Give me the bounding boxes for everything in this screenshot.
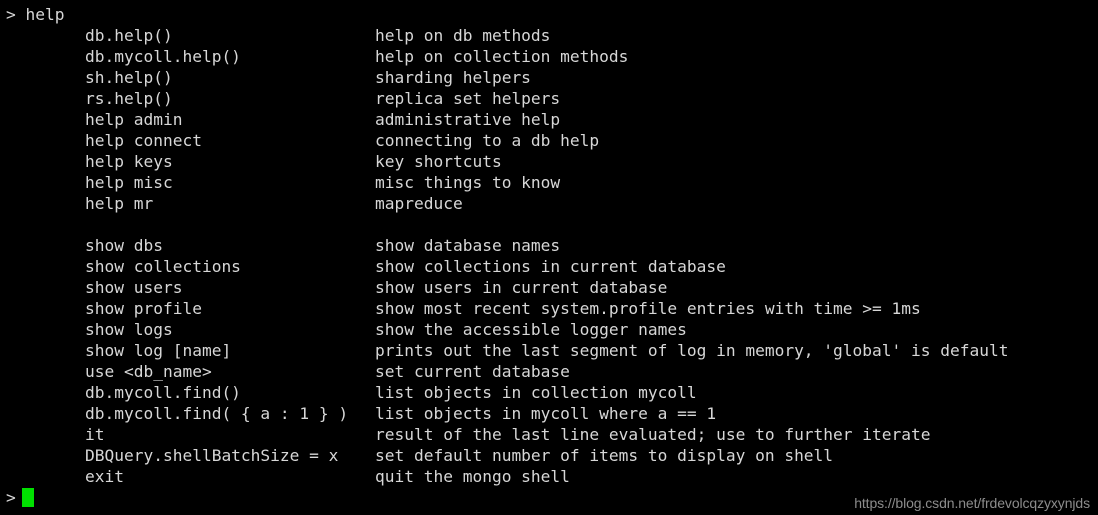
help-description: sharding helpers xyxy=(375,68,531,87)
help-command: db.mycoll.find() xyxy=(85,383,241,402)
text-cursor xyxy=(21,488,34,507)
help-description: show most recent system.profile entries … xyxy=(375,299,921,318)
help-command: sh.help() xyxy=(85,68,173,87)
help-description: help on collection methods xyxy=(375,47,629,66)
help-row: help misc misc things to know xyxy=(0,172,1098,193)
help-row: show collections show collections in cur… xyxy=(0,256,1098,277)
help-row: rs.help() replica set helpers xyxy=(0,88,1098,109)
help-command: show collections xyxy=(85,257,241,276)
help-command: help misc xyxy=(85,173,173,192)
help-row: help admin administrative help xyxy=(0,109,1098,130)
help-command: rs.help() xyxy=(85,89,173,108)
input-spacer xyxy=(16,5,26,24)
help-row: show log [name] prints out the last segm… xyxy=(0,340,1098,361)
help-row: help mr mapreduce xyxy=(0,193,1098,214)
help-row: show users show users in current databas… xyxy=(0,277,1098,298)
help-command: it xyxy=(85,425,105,444)
typed-command: help xyxy=(25,5,65,24)
help-command: help connect xyxy=(85,131,202,150)
help-description: replica set helpers xyxy=(375,89,561,108)
help-command: show dbs xyxy=(85,236,163,255)
prompt-symbol: > xyxy=(6,5,16,24)
help-row: show dbs show database names xyxy=(0,235,1098,256)
help-description: set default number of items to display o… xyxy=(375,446,834,465)
help-command: show users xyxy=(85,278,183,297)
help-row: help connect connecting to a db help xyxy=(0,130,1098,151)
help-row: show logs show the accessible logger nam… xyxy=(0,319,1098,340)
help-row: db.mycoll.help() help on collection meth… xyxy=(0,46,1098,67)
help-row: help keys key shortcuts xyxy=(0,151,1098,172)
help-command: use <db_name> xyxy=(85,362,212,381)
help-row: use <db_name> set current database xyxy=(0,361,1098,382)
help-description: help on db methods xyxy=(375,26,551,45)
help-description: result of the last line evaluated; use t… xyxy=(375,425,931,444)
help-row: db.mycoll.find() list objects in collect… xyxy=(0,382,1098,403)
help-row: DBQuery.shellBatchSize = x set default n… xyxy=(0,445,1098,466)
help-row: sh.help() sharding helpers xyxy=(0,67,1098,88)
help-row: it result of the last line evaluated; us… xyxy=(0,424,1098,445)
help-command: db.help() xyxy=(85,26,173,45)
help-row: db.help() help on db methods xyxy=(0,25,1098,46)
blank-separator-line xyxy=(0,214,1098,235)
help-command: show log [name] xyxy=(85,341,232,360)
help-command: exit xyxy=(85,467,124,486)
help-description: list objects in collection mycoll xyxy=(375,383,697,402)
terminal-window[interactable]: > help db.help() help on db methods db.m… xyxy=(0,0,1098,515)
help-command: DBQuery.shellBatchSize = x xyxy=(85,446,339,465)
help-row: exit quit the mongo shell xyxy=(0,466,1098,487)
help-command: help keys xyxy=(85,152,173,171)
help-description: misc things to know xyxy=(375,173,561,192)
help-row: show profile show most recent system.pro… xyxy=(0,298,1098,319)
help-description: prints out the last segment of log in me… xyxy=(375,341,1009,360)
watermark-url: https://blog.csdn.net/frdevolcqzyxynjds xyxy=(854,495,1090,511)
prompt-symbol: > xyxy=(6,488,16,507)
help-command: help admin xyxy=(85,110,183,129)
help-description: show the accessible logger names xyxy=(375,320,687,339)
help-description: administrative help xyxy=(375,110,561,129)
help-description: list objects in mycoll where a == 1 xyxy=(375,404,717,423)
help-description: quit the mongo shell xyxy=(375,467,570,486)
help-command: show logs xyxy=(85,320,173,339)
help-command: help mr xyxy=(85,194,154,213)
help-description: connecting to a db help xyxy=(375,131,600,150)
help-description: set current database xyxy=(375,362,570,381)
help-command: show profile xyxy=(85,299,202,318)
help-description: show collections in current database xyxy=(375,257,726,276)
help-description: key shortcuts xyxy=(375,152,502,171)
help-command: db.mycoll.find( { a : 1 } ) xyxy=(85,404,349,423)
help-command: db.mycoll.help() xyxy=(85,47,241,66)
help-description: show database names xyxy=(375,236,561,255)
help-description: mapreduce xyxy=(375,194,463,213)
help-row: db.mycoll.find( { a : 1 } ) list objects… xyxy=(0,403,1098,424)
help-description: show users in current database xyxy=(375,278,668,297)
terminal-input-line: > help xyxy=(0,4,1098,25)
